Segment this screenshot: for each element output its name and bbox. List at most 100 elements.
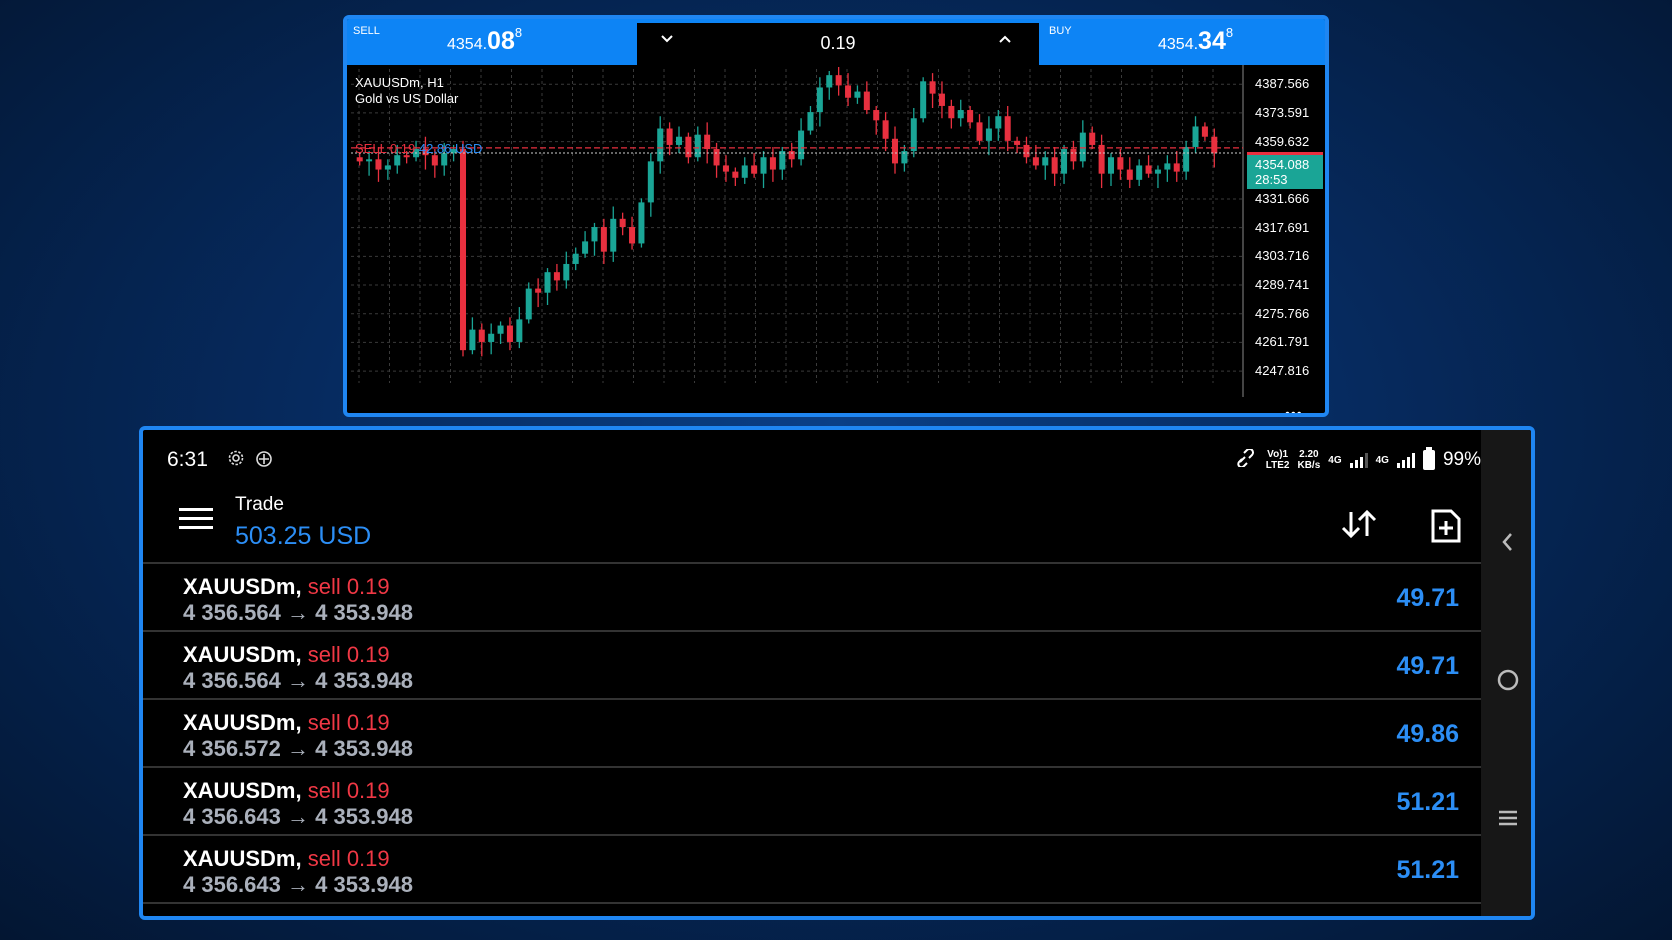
positions-list: XAUUSDm, sell 0.19 4 356.564 → 4 353.948…	[143, 562, 1481, 904]
location-icon	[255, 450, 273, 473]
home-circle-icon[interactable]	[1481, 668, 1531, 697]
symbol-description: Gold vs US Dollar	[355, 91, 459, 106]
candle-body	[1164, 163, 1171, 170]
order-line-label[interactable]: SELL 0.19 42.86 USD	[355, 141, 482, 156]
candle-body	[666, 128, 673, 145]
candle-body	[582, 241, 589, 254]
position-row[interactable]: XAUUSDm, sell 0.19 4 356.564 → 4 353.948…	[143, 562, 1481, 630]
candle-body	[732, 171, 739, 178]
candlestick-chart[interactable]: XAUUSDm, H1 Gold vs US Dollar SELL 0.19 …	[347, 65, 1325, 413]
position-side: sell 0.19	[307, 710, 390, 735]
position-side: sell 0.19	[307, 778, 390, 803]
candle-body	[967, 110, 974, 123]
candle-body	[544, 272, 551, 293]
system-nav-bar	[1481, 430, 1531, 916]
position-symbol: XAUUSDm,	[183, 642, 302, 667]
open-price: 4 356.643	[183, 804, 281, 829]
candle-body	[1201, 126, 1208, 137]
open-price: 4 356.564	[183, 668, 281, 693]
sort-icon[interactable]	[1339, 508, 1379, 545]
candle-body	[535, 288, 542, 293]
position-row[interactable]: XAUUSDm, sell 0.19 4 356.643 → 4 353.948…	[143, 766, 1481, 834]
candle-body	[1014, 140, 1021, 145]
sell-tag: SELL	[353, 25, 380, 37]
position-profit: 49.86	[1396, 720, 1459, 748]
candle-body	[356, 157, 363, 162]
sell-price: 4354.088	[447, 25, 523, 55]
current-price: 4354.088	[1255, 157, 1310, 172]
status-indicators: Vo)1 LTE2 2.20 KB/s 4G 4G 99%	[1236, 447, 1481, 472]
arrow: →	[287, 872, 309, 897]
volume-control: 0.19	[637, 23, 1039, 65]
open-price: 4 356.643	[183, 872, 281, 897]
current-price: 4 353.948	[315, 804, 413, 829]
chart-canvas	[351, 65, 1244, 397]
candle-body	[647, 161, 654, 203]
candle-body	[525, 288, 532, 320]
recents-menu-icon[interactable]	[1481, 808, 1531, 833]
network-type-2: 4G	[1375, 454, 1389, 466]
candles	[356, 66, 1218, 357]
add-document-icon[interactable]	[1429, 508, 1463, 549]
candle-body	[1192, 126, 1199, 147]
price-tick-label: 4359.632	[1255, 133, 1310, 149]
position-symbol: XAUUSDm,	[183, 778, 302, 803]
candle-body	[1145, 165, 1152, 174]
candle-body	[816, 87, 823, 113]
candle-body	[1098, 144, 1105, 174]
price-tick-label: 4303.716	[1255, 248, 1310, 264]
candle-body	[891, 138, 899, 164]
current-price: 4 353.948	[315, 872, 413, 897]
candle-body	[488, 333, 495, 342]
signal-strength-1-icon	[1349, 452, 1368, 468]
candle-body	[1023, 144, 1030, 158]
account-balance: 503.25 USD	[235, 522, 372, 550]
candle-body	[459, 149, 467, 351]
position-row[interactable]: XAUUSDm, sell 0.19 4 356.643 → 4 353.948…	[143, 834, 1481, 904]
candle-body	[675, 136, 683, 145]
candle-body	[1126, 169, 1133, 180]
candle-body	[1032, 157, 1039, 166]
candle-body	[1117, 157, 1124, 170]
order-profit-label: 42.86 USD	[418, 141, 483, 156]
price-lines	[351, 147, 1243, 154]
candle-body	[863, 91, 870, 111]
candle-body	[722, 165, 729, 172]
network-speed: 2.20 KB/s	[1297, 449, 1321, 471]
candle-body	[938, 93, 945, 106]
current-price: 4 353.948	[315, 600, 413, 625]
symbol-label: XAUUSDm, H1 Gold vs US Dollar	[355, 75, 458, 107]
candle-body	[1070, 149, 1077, 162]
volume-increase-chevron-up-icon[interactable]	[997, 31, 1013, 51]
candle-body	[854, 91, 861, 98]
clock: 6:31	[167, 448, 208, 471]
network-type-1: 4G	[1328, 454, 1342, 466]
buy-button[interactable]: BUY 4354.348	[1043, 19, 1325, 65]
menu-icon[interactable]	[179, 508, 213, 532]
candle-body	[1051, 157, 1058, 174]
sell-button[interactable]: SELL 4354.088	[347, 19, 633, 65]
candle-body	[1042, 157, 1049, 166]
volume-value[interactable]: 0.19	[637, 33, 1039, 54]
candle-body	[882, 120, 889, 139]
candle-body	[995, 116, 1002, 129]
candle-body	[685, 136, 692, 158]
candle-body	[516, 319, 523, 342]
position-profit: 51.21	[1396, 856, 1459, 884]
back-chevron-icon[interactable]	[1481, 530, 1531, 559]
position-row[interactable]: XAUUSDm, sell 0.19 4 356.572 → 4 353.948…	[143, 698, 1481, 766]
open-price: 4 356.572	[183, 736, 281, 761]
candle-body	[845, 85, 852, 98]
candle-body	[591, 227, 598, 242]
candle-body	[807, 112, 814, 131]
candle-body	[1173, 163, 1180, 172]
candle-body	[394, 155, 401, 166]
candle-body	[920, 81, 927, 119]
more-dots-icon[interactable]: •••	[1285, 405, 1303, 413]
one-click-trade-bar: SELL 4354.088 0.19 BUY 4354.348	[347, 19, 1325, 65]
position-row[interactable]: XAUUSDm, sell 0.19 4 356.564 → 4 353.948…	[143, 630, 1481, 698]
candle-body	[976, 122, 983, 141]
candle-body	[657, 128, 664, 162]
order-side-label: SELL 0.19	[355, 141, 416, 156]
buy-tag: BUY	[1049, 25, 1072, 37]
